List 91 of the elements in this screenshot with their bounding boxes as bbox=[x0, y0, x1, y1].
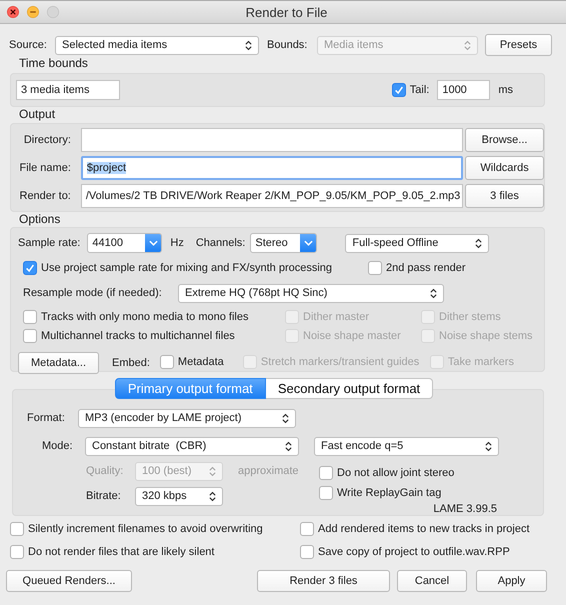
dropdown[interactable]: 320 kbps bbox=[135, 486, 223, 506]
up-down-arrows-icon bbox=[209, 466, 216, 476]
dropdown[interactable]: Selected media items bbox=[55, 36, 259, 54]
checkmark-icon bbox=[394, 85, 404, 95]
field-label: Quality: bbox=[86, 465, 124, 477]
checkbox-label: Dither stems bbox=[439, 311, 501, 323]
checkbox-label: 2nd pass render bbox=[386, 262, 466, 274]
up-down-arrows-icon bbox=[475, 238, 482, 248]
checkbox-label: Save copy of project to outfile.wav.RPP bbox=[318, 546, 510, 558]
field-label: Embed: bbox=[112, 357, 150, 369]
cancel-button[interactable]: Cancel bbox=[397, 570, 467, 592]
checkbox[interactable] bbox=[319, 486, 333, 500]
checkbox[interactable] bbox=[23, 329, 37, 343]
presets-button[interactable]: Presets bbox=[485, 34, 552, 56]
field-label: File name: bbox=[18, 162, 71, 174]
field-label: Directory: bbox=[22, 134, 71, 146]
checkbox-label: Do not render files that are likely silent bbox=[28, 546, 214, 558]
up-down-arrows-icon bbox=[285, 440, 292, 452]
text-field[interactable]: 1000 bbox=[437, 80, 490, 100]
checkbox[interactable] bbox=[392, 83, 406, 97]
field-label: Source: bbox=[9, 39, 48, 51]
chevron-down-icon bbox=[148, 240, 158, 246]
checkbox-label: Do not allow joint stereo bbox=[337, 467, 454, 479]
tab[interactable]: Secondary output format bbox=[266, 378, 434, 399]
checkbox[interactable] bbox=[10, 522, 24, 536]
checkbox-label: Silently increment filenames to avoid overwriting bbox=[28, 523, 263, 535]
checkbox-label: Use project sample rate for mixing and FX/synth processing bbox=[41, 262, 332, 274]
up-down-arrows-icon bbox=[485, 440, 492, 452]
checkbox[interactable] bbox=[300, 545, 314, 559]
text-field[interactable] bbox=[80, 128, 464, 152]
button[interactable]: 3 files bbox=[465, 184, 544, 208]
checkbox[interactable] bbox=[23, 310, 37, 324]
checkbox-label: Multichannel tracks to multichannel files bbox=[41, 330, 235, 342]
text-field[interactable]: $project bbox=[80, 156, 464, 180]
checkbox[interactable] bbox=[23, 260, 37, 274]
text-field[interactable]: 3 media items bbox=[16, 80, 120, 100]
dropdown[interactable]: MP3 (encoder by LAME project) bbox=[78, 408, 296, 428]
field-label: Resample mode (if needed): bbox=[23, 287, 163, 299]
dropdown[interactable]: Extreme HQ (768pt HQ Sinc) bbox=[178, 284, 444, 302]
up-down-arrows-icon bbox=[430, 288, 437, 298]
minimize-button[interactable] bbox=[27, 6, 39, 18]
up-down-arrows-icon bbox=[282, 412, 289, 424]
checkbox-label: Take markers bbox=[448, 356, 514, 368]
section-heading: Options bbox=[18, 213, 62, 226]
checkbox-label: Metadata bbox=[178, 356, 224, 368]
checkbox-label: Add rendered items to new tracks in project bbox=[318, 523, 530, 535]
field-label: Render to: bbox=[18, 190, 71, 202]
checkmark-icon bbox=[25, 262, 35, 272]
checkbox-label: Stretch markers/transient guides bbox=[260, 356, 420, 368]
checkbox[interactable] bbox=[319, 466, 333, 480]
close-button[interactable] bbox=[7, 6, 19, 18]
note-label: approximate bbox=[238, 465, 299, 477]
checkbox-label: Tail: bbox=[410, 84, 430, 96]
dropdown[interactable]: Constant bitrate (CBR) bbox=[85, 436, 299, 456]
combo-box[interactable]: 44100 bbox=[87, 233, 162, 253]
metadata-button[interactable]: Metadata... bbox=[18, 352, 99, 374]
field-label: Bounds: bbox=[267, 39, 308, 51]
checkbox[interactable] bbox=[368, 261, 382, 275]
up-down-arrows-icon bbox=[209, 490, 216, 502]
chevron-down-icon bbox=[304, 240, 313, 246]
button[interactable]: Browse... bbox=[465, 128, 544, 152]
zoom-button[interactable] bbox=[47, 6, 59, 18]
checkbox-label: Write ReplayGain tag bbox=[337, 487, 442, 499]
checkbox[interactable] bbox=[160, 354, 174, 368]
checkbox[interactable] bbox=[300, 522, 314, 536]
field-label: Mode: bbox=[42, 440, 74, 452]
version-label: LAME 3.99.5 bbox=[432, 503, 498, 515]
unit-label: ms bbox=[498, 84, 513, 96]
field-label: Channels: bbox=[196, 237, 246, 249]
checkbox-label: Noise shape stems bbox=[439, 330, 533, 342]
checkbox[interactable] bbox=[10, 545, 24, 559]
checkbox-label: Tracks with only mono media to mono files bbox=[41, 311, 248, 323]
unit-label: Hz bbox=[170, 237, 184, 249]
dropdown[interactable]: Full-speed Offline bbox=[345, 234, 490, 252]
combo-box[interactable]: Stereo bbox=[250, 233, 318, 253]
up-down-arrows-icon bbox=[245, 40, 252, 50]
section-heading: Output bbox=[18, 108, 56, 121]
dropdown[interactable]: Fast encode q=5 bbox=[314, 436, 499, 456]
queued-renders-button[interactable]: Queued Renders... bbox=[6, 570, 132, 592]
button[interactable]: Wildcards bbox=[465, 156, 544, 180]
field-label: Format: bbox=[27, 412, 66, 424]
checkbox-label: Noise shape master bbox=[303, 330, 401, 342]
window-title: Render to File bbox=[244, 4, 328, 20]
checkbox-label: Dither master bbox=[303, 311, 370, 323]
text-field[interactable]: /Volumes/2 TB DRIVE/Work Reaper 2/KM_POP_9.05/KM_POP_9.05_2.mp3 bbox=[80, 184, 464, 208]
up-down-arrows-icon bbox=[464, 40, 471, 50]
field-label: Bitrate: bbox=[86, 490, 122, 502]
field-label: Sample rate: bbox=[18, 237, 80, 249]
render-button[interactable]: Render 3 files bbox=[257, 570, 390, 592]
section-heading: Time bounds bbox=[18, 57, 89, 70]
apply-button[interactable]: Apply bbox=[476, 570, 547, 592]
